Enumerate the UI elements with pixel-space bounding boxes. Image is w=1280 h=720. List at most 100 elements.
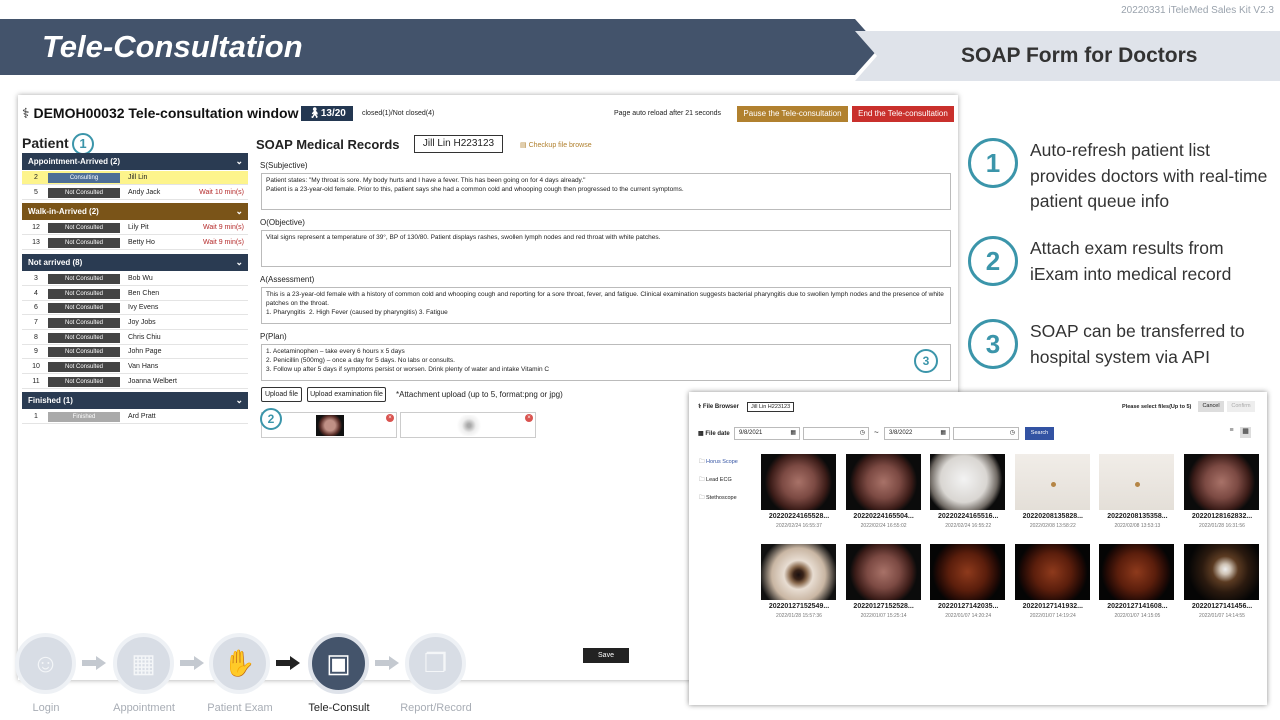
pause-consultation-button[interactable]: Pause the Tele-consultation [737,106,848,122]
chevron-down-icon[interactable]: ⌄ [235,203,243,220]
file-thumbnail[interactable] [761,454,836,510]
checkup-file-browse-link[interactable]: ▤ Checkup file browse [520,141,592,149]
patient-row[interactable]: 6 Not Consulted Ivy Evens [22,301,248,316]
file-thumbnail[interactable] [1014,544,1090,600]
file-date: 2022/01/07 15:25:14 [860,613,907,619]
end-consultation-button[interactable]: End the Tele-consultation [852,106,954,122]
file-name: 20220224165528... [768,513,830,520]
objective-label: O(Objective) [260,218,305,227]
attachment-slot-2[interactable]: × [400,412,536,438]
file-date: 2022/01/28 16:31:56 [1199,523,1245,529]
list-view-icon[interactable]: ≡ [1226,427,1237,438]
subtitle-banner: SOAP Form for Doctors [855,31,1280,81]
patient-number: 13 [32,239,40,247]
file-thumbnail[interactable] [845,454,921,510]
status-badge: Not Consulted [48,362,120,372]
patient-row[interactable]: 4 Not Consulted Ben Chen [22,287,248,301]
folder-item[interactable]: 🗀︎ Stethoscope [699,494,737,503]
confirm-button[interactable]: Confirm [1227,401,1255,412]
remove-attachment-icon[interactable]: × [386,414,394,422]
patient-row[interactable]: 12 Not Consulted Lily Pit Wait 9 min(s) [22,221,248,236]
calendar-icon: ▦ [940,430,946,436]
file-name: 20220208135828... [1022,513,1083,520]
folder-label: Stethoscope [706,495,737,501]
time-from-field[interactable]: ◷ [803,427,869,440]
upload-exam-file-button[interactable]: Upload examination file [307,387,386,402]
chevron-down-icon[interactable]: ⌄ [235,254,243,271]
workflow-step-label: Tele-Consult [308,702,370,714]
patient-number: 3 [34,274,38,282]
remove-attachment-icon[interactable]: × [525,414,533,422]
patient-name: Ben Chen [128,289,160,297]
file-date: 2022/02/24 16:55:37 [776,523,822,529]
file-thumbnail[interactable] [761,544,836,600]
attachment-thumbnail [455,415,483,436]
group-header[interactable]: Appointment-Arrived (2) ⌄ [22,153,248,170]
patient-name: Joy Jobs [128,318,156,326]
arrow-right-icon [375,656,399,670]
folder-item[interactable]: 🗀︎ Lead ECG [699,476,732,485]
cancel-button[interactable]: Cancel [1198,401,1224,412]
objective-field[interactable]: Vital signs represent a temperature of 3… [261,230,951,267]
file-thumbnail[interactable] [845,544,921,600]
patient-row[interactable]: 10 Not Consulted Van Hans [22,360,248,374]
upload-file-button[interactable]: Upload file [261,387,302,402]
workflow-step: ▣ [308,633,369,694]
search-button[interactable]: Search [1025,427,1054,440]
group-header[interactable]: Finished (1) ⌄ [22,392,248,410]
folder-item[interactable]: 🗀︎ Horus Scope [699,458,738,467]
clock-icon: ◷ [1009,430,1015,436]
assessment-field[interactable]: This is a 23-year-old female with a hist… [261,287,951,324]
save-button[interactable]: Save [583,648,629,663]
patient-row[interactable]: 2 Consulting Jill Lin [22,171,248,185]
patient-name: Lily Pit [128,224,149,232]
callout-badge-1: 1 [72,133,94,155]
file-name: 20220127141456... [1191,603,1253,610]
wait-time: Wait 10 min(s) [199,188,244,196]
grid-view-icon[interactable]: ▦ [1240,427,1251,438]
file-thumbnail[interactable] [1184,454,1259,510]
patient-number: 7 [34,318,38,326]
file-thumbnail[interactable] [930,454,1006,510]
group-header[interactable]: Walk-in-Arrived (2) ⌄ [22,203,248,221]
plan-field[interactable]: 1. Acetaminophen – take every 6 hours x … [261,344,951,381]
workflow-step: ✋ [209,633,270,694]
time-to-field[interactable]: ◷ [953,427,1019,440]
reload-note: Page auto reload after 21 seconds [614,110,722,117]
patient-row[interactable]: 11 Not Consulted Joanna Welbert [22,375,248,389]
file-date: 2022/02/24 16:55:22 [945,523,992,529]
title-banner: Tele-Consultation [0,19,880,75]
file-name: 20220224165504... [853,513,914,520]
file-name: 20220127142035... [938,603,999,610]
patient-name: Andy Jack [128,188,161,196]
patient-row[interactable]: 1 Finished Ard Pratt [22,410,248,425]
status-badge: Consulting [48,173,120,183]
file-thumbnail[interactable] [1014,454,1090,510]
status-badge: Not Consulted [48,317,120,328]
file-thumbnail[interactable] [1099,454,1175,510]
file-thumbnail[interactable] [1184,544,1259,600]
patient-row[interactable]: 9 Not Consulted John Page [22,345,248,360]
file-date: 2022/01/07 14:14:55 [1199,613,1245,619]
file-name: 20220128162832... [1191,513,1253,520]
file-thumbnail[interactable] [1099,544,1175,600]
chevron-down-icon[interactable]: ⌄ [235,153,243,170]
patient-pager[interactable]: 🚶︎13/20 [301,106,353,121]
patient-row[interactable]: 3 Not Consulted Bob Wu [22,272,248,286]
chevron-down-icon[interactable]: ⌄ [235,392,243,409]
file-name: 20220127152528... [853,603,914,610]
date-to-field[interactable]: 3/8/2022 ▦ [884,427,950,440]
patient-row[interactable]: 5 Not Consulted Andy Jack Wait 10 min(s) [22,186,248,200]
group-header[interactable]: Not arrived (8) ⌄ [22,253,248,271]
lesion-mark [1050,482,1056,487]
date-from-field[interactable]: 9/8/2021 ▦ [734,427,800,440]
subjective-field[interactable]: Patient states: "My throat is sore. My b… [261,173,951,210]
patient-row[interactable]: 8 Not Consulted Chris Chiu [22,331,248,345]
file-thumbnail[interactable] [930,544,1006,600]
page-subtitle: SOAP Form for Doctors [961,44,1198,67]
workflow-step-label: Patient Exam [207,702,273,714]
closed-status: closed(1)/Not closed(4) [362,110,435,117]
patient-row[interactable]: 13 Not Consulted Betty Ho Wait 9 min(s) [22,236,248,251]
feature-number: 2 [968,236,1018,286]
patient-row[interactable]: 7 Not Consulted Joy Jobs [22,316,248,330]
